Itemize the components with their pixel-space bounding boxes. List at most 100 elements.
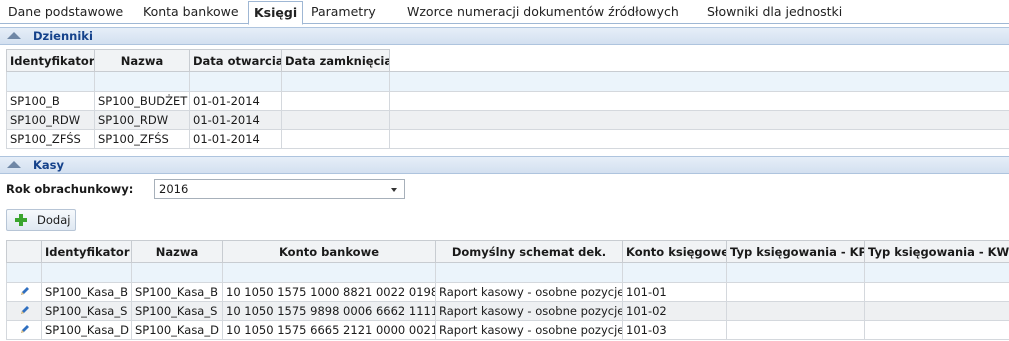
col-filler bbox=[389, 49, 1009, 72]
edit-cell[interactable] bbox=[6, 320, 42, 340]
filter-cell[interactable] bbox=[435, 262, 623, 283]
cell-konto-bankowe: 10 1050 1575 1000 8821 0022 0198 bbox=[222, 282, 436, 302]
add-button-label: Dodaj bbox=[37, 213, 71, 227]
cell-nazwa: SP100_BUDŻET bbox=[94, 91, 190, 111]
cell-typ-ksiegowania-kp bbox=[726, 320, 865, 340]
tab-ksiegi[interactable]: Księgi bbox=[248, 1, 304, 25]
cell-data-zamkniecia bbox=[281, 110, 390, 130]
filter-cell bbox=[389, 71, 1009, 92]
rok-obrachunkowy-label: Rok obrachunkowy: bbox=[6, 182, 134, 196]
cell-identyfikator: SP100_ZFŚS bbox=[6, 129, 95, 149]
tab-bar: Dane podstawowe Konta bankowe Księgi Par… bbox=[0, 0, 1009, 25]
filter-cell[interactable] bbox=[281, 71, 390, 92]
filter-row[interactable] bbox=[6, 262, 1009, 283]
tab-slowniki[interactable]: Słowniki dla jednostki bbox=[707, 2, 842, 24]
cell-identyfikator: SP100_Kasa_D bbox=[41, 320, 132, 340]
collapse-triangle-icon[interactable] bbox=[7, 32, 21, 39]
filter-cell[interactable] bbox=[94, 71, 190, 92]
cell-nazwa: SP100_Kasa_D bbox=[131, 320, 223, 340]
cell-data-otwarcia: 01-01-2014 bbox=[189, 129, 282, 149]
col-konto-ksiegowe[interactable]: Konto księgowe bbox=[622, 240, 727, 263]
filter-cell[interactable] bbox=[622, 262, 727, 283]
grid-header-row: Identyfikator Nazwa Konto bankowe Domyśl… bbox=[6, 240, 1009, 263]
dzienniki-header[interactable]: Dzienniki bbox=[0, 27, 1009, 45]
cell-identyfikator: SP100_RDW bbox=[6, 110, 95, 130]
cell-typ-ksiegowania-kp bbox=[726, 301, 865, 321]
cell-filler bbox=[389, 110, 1009, 130]
col-typ-ksiegowania-kp[interactable]: Typ księgowania - KP bbox=[726, 240, 865, 263]
cell-nazwa: SP100_RDW bbox=[94, 110, 190, 130]
cell-konto-bankowe: 10 1050 1575 9898 0006 6662 1111 bbox=[222, 301, 436, 321]
edit-cell[interactable] bbox=[6, 282, 42, 302]
cell-data-otwarcia: 01-01-2014 bbox=[189, 110, 282, 130]
filter-cell[interactable] bbox=[726, 262, 865, 283]
add-button[interactable]: Dodaj bbox=[6, 209, 76, 231]
tab-wzorce-numeracji[interactable]: Wzorce numeracji dokumentów źródłowych bbox=[407, 2, 679, 24]
cell-konto-ksiegowe: 101-01 bbox=[622, 282, 727, 302]
col-identyfikator[interactable]: Identyfikator bbox=[6, 49, 95, 72]
cell-nazwa: SP100_Kasa_S bbox=[131, 301, 223, 321]
table-row[interactable]: SP100_B SP100_BUDŻET 01-01-2014 bbox=[6, 91, 1009, 111]
cell-typ-ksiegowania-kw bbox=[864, 320, 1009, 340]
cell-nazwa: SP100_ZFŚS bbox=[94, 129, 190, 149]
cell-data-zamkniecia bbox=[281, 91, 390, 111]
filter-cell bbox=[6, 262, 42, 283]
col-data-zamkniecia[interactable]: Data zamknięcia bbox=[281, 49, 390, 72]
col-nazwa[interactable]: Nazwa bbox=[131, 240, 223, 263]
grid-header-row: Identyfikator Nazwa Data otwarcia Data z… bbox=[6, 49, 1009, 72]
filter-cell[interactable] bbox=[131, 262, 223, 283]
table-row[interactable]: SP100_Kasa_B SP100_Kasa_B 10 1050 1575 1… bbox=[6, 282, 1009, 302]
cell-konto-ksiegowe: 101-02 bbox=[622, 301, 727, 321]
rok-obrachunkowy-value: 2016 bbox=[159, 182, 189, 196]
tab-konta-bankowe[interactable]: Konta bankowe bbox=[143, 2, 239, 24]
rok-obrachunkowy-select[interactable]: 2016 bbox=[154, 179, 405, 199]
cell-typ-ksiegowania-kw bbox=[864, 301, 1009, 321]
filter-row[interactable] bbox=[6, 71, 1009, 92]
chevron-down-icon[interactable] bbox=[391, 188, 397, 192]
kasy-grid: Identyfikator Nazwa Konto bankowe Domyśl… bbox=[6, 240, 1009, 340]
tab-dane-podstawowe[interactable]: Dane podstawowe bbox=[8, 2, 123, 24]
dzienniki-grid: Identyfikator Nazwa Data otwarcia Data z… bbox=[6, 49, 1009, 149]
cell-domyslny-schemat: Raport kasowy - osobne pozycje bbox=[435, 282, 623, 302]
col-domyslny-schemat[interactable]: Domyślny schemat dek. bbox=[435, 240, 623, 263]
filter-cell[interactable] bbox=[222, 262, 436, 283]
table-row[interactable]: SP100_Kasa_S SP100_Kasa_S 10 1050 1575 9… bbox=[6, 301, 1009, 321]
edit-cell[interactable] bbox=[6, 301, 42, 321]
col-typ-ksiegowania-kw[interactable]: Typ księgowania - KW bbox=[864, 240, 1009, 263]
filter-cell[interactable] bbox=[189, 71, 282, 92]
cell-filler bbox=[389, 91, 1009, 111]
cell-domyslny-schemat: Raport kasowy - osobne pozycje bbox=[435, 301, 623, 321]
cell-nazwa: SP100_Kasa_B bbox=[131, 282, 223, 302]
pencil-icon[interactable] bbox=[17, 304, 31, 316]
cell-identyfikator: SP100_Kasa_S bbox=[41, 301, 132, 321]
table-row[interactable]: SP100_RDW SP100_RDW 01-01-2014 bbox=[6, 110, 1009, 130]
filter-cell[interactable] bbox=[6, 71, 95, 92]
collapse-triangle-icon[interactable] bbox=[7, 161, 21, 168]
dzienniki-title: Dzienniki bbox=[33, 29, 93, 43]
col-konto-bankowe[interactable]: Konto bankowe bbox=[222, 240, 436, 263]
table-row[interactable]: SP100_Kasa_D SP100_Kasa_D 10 1050 1575 6… bbox=[6, 320, 1009, 340]
cell-konto-bankowe: 10 1050 1575 6665 2121 0000 0021 bbox=[222, 320, 436, 340]
filter-cell[interactable] bbox=[864, 262, 1009, 283]
kasy-title: Kasy bbox=[33, 158, 65, 172]
cell-data-otwarcia: 01-01-2014 bbox=[189, 91, 282, 111]
col-nazwa[interactable]: Nazwa bbox=[94, 49, 190, 72]
cell-data-zamkniecia bbox=[281, 129, 390, 149]
cell-typ-ksiegowania-kp bbox=[726, 282, 865, 302]
pencil-icon[interactable] bbox=[17, 285, 31, 297]
plus-icon bbox=[15, 214, 27, 226]
tab-parametry[interactable]: Parametry bbox=[311, 2, 376, 24]
cell-typ-ksiegowania-kw bbox=[864, 282, 1009, 302]
table-row[interactable]: SP100_ZFŚS SP100_ZFŚS 01-01-2014 bbox=[6, 129, 1009, 149]
cell-identyfikator: SP100_B bbox=[6, 91, 95, 111]
col-data-otwarcia[interactable]: Data otwarcia bbox=[189, 49, 282, 72]
cell-konto-ksiegowe: 101-03 bbox=[622, 320, 727, 340]
col-identyfikator[interactable]: Identyfikator bbox=[41, 240, 132, 263]
col-edit bbox=[6, 240, 42, 263]
kasy-header[interactable]: Kasy bbox=[0, 156, 1009, 174]
pencil-icon[interactable] bbox=[17, 323, 31, 335]
filter-cell[interactable] bbox=[41, 262, 132, 283]
cell-filler bbox=[389, 129, 1009, 149]
cell-identyfikator: SP100_Kasa_B bbox=[41, 282, 132, 302]
cell-domyslny-schemat: Raport kasowy - osobne pozycje bbox=[435, 320, 623, 340]
